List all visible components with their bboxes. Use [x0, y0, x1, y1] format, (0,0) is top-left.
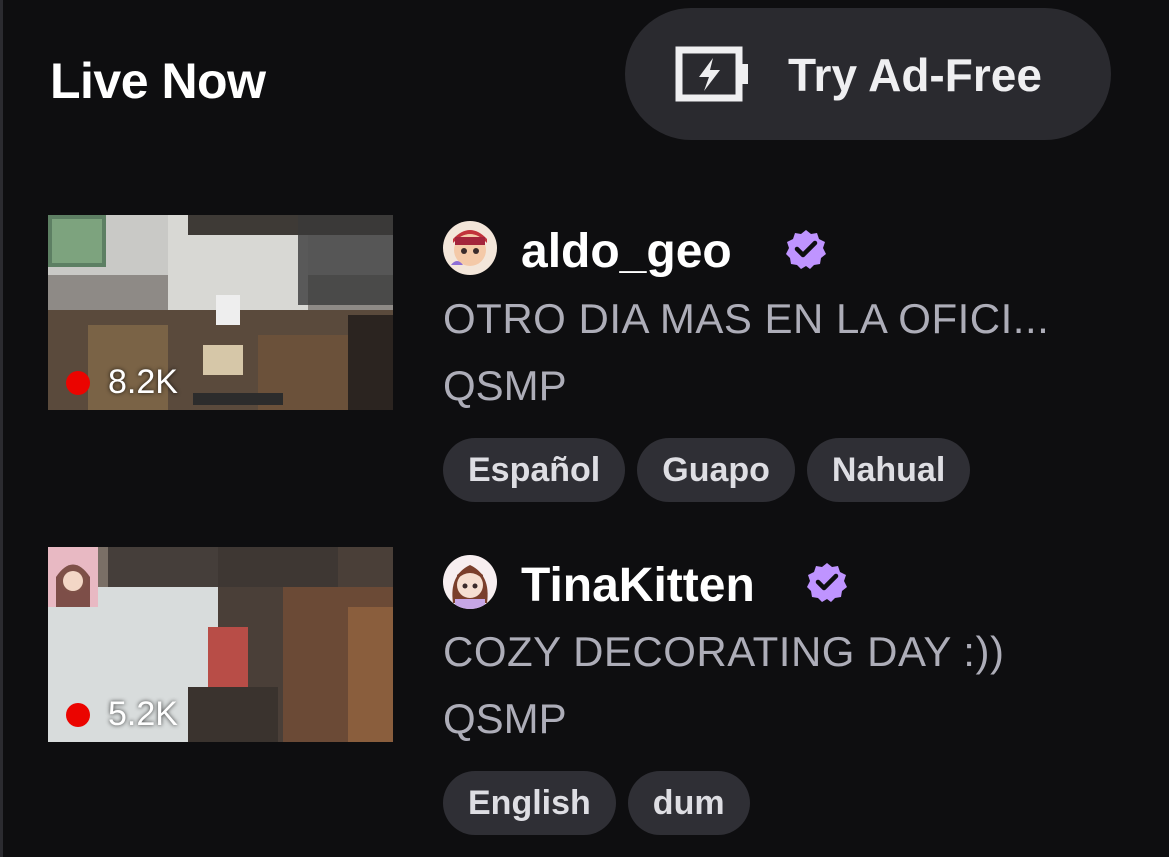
battery-bolt-icon [675, 46, 748, 102]
try-ad-free-label: Try Ad-Free [788, 49, 1042, 101]
try-ad-free-button[interactable]: Try Ad-Free [625, 8, 1111, 140]
viewer-count-label: 5.2K [108, 695, 178, 733]
tag[interactable]: English [443, 771, 616, 835]
stream-thumbnail[interactable]: 8.2K [48, 215, 393, 410]
tag[interactable]: Nahual [806, 438, 971, 502]
viewer-count-label: 8.2K [108, 363, 178, 401]
stream-thumbnail[interactable]: 5.2K [48, 547, 393, 742]
verified-badge-icon [807, 563, 847, 602]
stream-title[interactable]: OTRO DIA MAS EN LA OFICI... [443, 295, 1049, 343]
tag-list: Español Guapo Nahual [443, 438, 971, 502]
viewer-count: 5.2K [66, 695, 178, 734]
tag-list: English dum [443, 771, 750, 835]
viewer-count: 8.2K [66, 363, 178, 402]
avatar[interactable] [443, 221, 497, 275]
channel-name[interactable]: aldo_geo [521, 224, 732, 279]
stream-category[interactable]: QSMP [443, 362, 567, 410]
tag[interactable]: Español [443, 438, 626, 502]
aldo-geo-avatar-image [443, 221, 497, 275]
section-title: Live Now [50, 53, 266, 109]
live-now-header: Live Now Try Ad-Free [3, 0, 1169, 150]
channel-name[interactable]: TinaKitten [521, 558, 755, 613]
tag[interactable]: dum [627, 771, 750, 835]
stream-title[interactable]: COZY DECORATING DAY :)) [443, 628, 1004, 676]
live-indicator-icon [66, 702, 90, 727]
live-indicator-icon [66, 370, 90, 395]
tag[interactable]: Guapo [637, 438, 795, 502]
verified-badge-icon [786, 230, 826, 269]
avatar[interactable] [443, 555, 497, 609]
stream-category[interactable]: QSMP [443, 695, 567, 743]
tinakitten-avatar-image [443, 555, 497, 609]
